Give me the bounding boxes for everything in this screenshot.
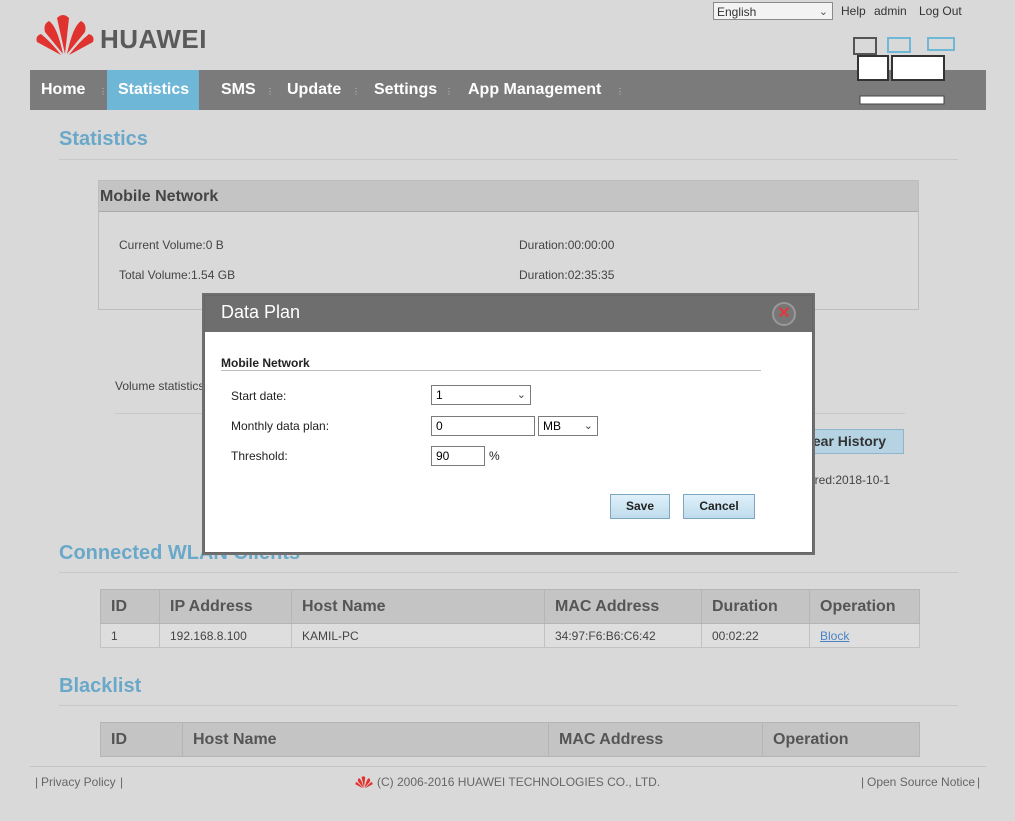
column-header-operation: Operation — [762, 722, 920, 757]
nav-settings[interactable]: Settings — [374, 70, 437, 110]
chevron-down-icon: ⌄ — [583, 420, 593, 432]
main-nav: Home ⋮ Statistics SMS ⋮ Update ⋮ Setting… — [30, 70, 986, 110]
blacklist-title: Blacklist — [59, 675, 142, 697]
wlan-clients-table: ID IP Address Host Name MAC Address Dura… — [100, 589, 920, 648]
huawei-logo-icon — [36, 15, 94, 55]
nav-separator: ⋮ — [352, 87, 360, 96]
data-unit-select[interactable]: MB ⌄ — [538, 416, 598, 436]
column-header-mac: MAC Address — [548, 722, 763, 757]
threshold-label: Threshold: — [231, 449, 288, 463]
purepc-watermark-icon — [853, 37, 955, 105]
nav-statistics[interactable]: Statistics — [107, 70, 199, 110]
mobile-network-title: Mobile Network — [100, 188, 219, 205]
column-header-host: Host Name — [291, 589, 545, 624]
open-source-notice-link[interactable]: Open Source Notice — [867, 775, 975, 789]
footer-separator: | — [861, 775, 865, 789]
volume-statistics-label: Volume statistics — [115, 379, 205, 393]
data-plan-dialog: Data Plan ✕ Mobile Network Start date: 1… — [204, 295, 813, 553]
nav-home[interactable]: Home — [41, 70, 85, 110]
copyright-text: (C) 2006-2016 HUAWEI TECHNOLOGIES CO., L… — [377, 775, 661, 789]
blacklist-table: ID Host Name MAC Address Operation — [100, 722, 920, 757]
nav-separator: ⋮ — [616, 87, 624, 96]
table-header-row: ID IP Address Host Name MAC Address Dura… — [100, 589, 920, 624]
nav-separator: ⋮ — [99, 87, 107, 96]
current-duration: Duration:00:00:00 — [519, 238, 615, 252]
divider — [59, 159, 958, 160]
divider — [221, 370, 761, 371]
block-link[interactable]: Block — [820, 629, 849, 643]
chevron-down-icon: ⌄ — [516, 389, 526, 401]
help-link[interactable]: Help — [841, 4, 866, 18]
footer-divider — [30, 766, 986, 767]
language-select[interactable]: English ⌄ — [713, 2, 833, 20]
chevron-down-icon: ⌄ — [818, 6, 828, 18]
statistics-title: Statistics — [59, 128, 148, 150]
divider — [59, 572, 958, 573]
column-header-mac: MAC Address — [544, 589, 702, 624]
huawei-logo-icon — [355, 776, 373, 789]
dialog-section-title: Mobile Network — [221, 356, 310, 370]
cleared-date: ared:2018-10-1 — [808, 473, 891, 487]
footer-separator: | — [35, 775, 39, 789]
threshold-input[interactable]: 90 — [431, 446, 485, 466]
divider — [59, 705, 958, 706]
monthly-data-plan-label: Monthly data plan: — [231, 419, 330, 433]
dialog-title: Data Plan — [221, 302, 301, 322]
column-header-host: Host Name — [182, 722, 549, 757]
threshold-unit: % — [489, 449, 500, 463]
column-header-id: ID — [100, 722, 183, 757]
brand-name: HUAWEI — [100, 24, 207, 54]
cancel-button[interactable]: Cancel — [683, 494, 755, 519]
nav-sms[interactable]: SMS — [221, 70, 256, 110]
total-duration: Duration:02:35:35 — [519, 268, 615, 282]
nav-app-management[interactable]: App Management — [468, 70, 601, 110]
current-volume: Current Volume:0 B — [119, 238, 224, 252]
column-header-duration: Duration — [701, 589, 810, 624]
column-header-id: ID — [100, 589, 160, 624]
start-date-select[interactable]: 1 ⌄ — [431, 385, 531, 405]
footer-separator: | — [977, 775, 981, 789]
cell-host: KAMIL-PC — [291, 623, 545, 648]
monthly-data-plan-input[interactable]: 0 — [431, 416, 535, 436]
cell-operation: Block — [809, 623, 920, 648]
nav-update[interactable]: Update — [287, 70, 341, 110]
language-value: English — [717, 5, 757, 19]
close-icon[interactable]: ✕ — [772, 302, 796, 326]
dialog-header: Data Plan ✕ — [205, 296, 812, 332]
column-header-operation: Operation — [809, 589, 920, 624]
total-volume: Total Volume:1.54 GB — [119, 268, 236, 282]
table-header-row: ID Host Name MAC Address Operation — [100, 722, 920, 757]
nav-separator: ⋮ — [445, 87, 453, 96]
logout-link[interactable]: Log Out — [919, 4, 962, 18]
privacy-policy-link[interactable]: Privacy Policy — [41, 775, 116, 789]
cell-mac: 34:97:F6:B6:C6:42 — [544, 623, 702, 648]
footer-separator: | — [120, 775, 124, 789]
nav-separator: ⋮ — [266, 87, 274, 96]
cell-id: 1 — [100, 623, 160, 648]
cell-duration: 00:02:22 — [701, 623, 810, 648]
start-date-label: Start date: — [231, 389, 287, 403]
mobile-network-header: Mobile Network — [99, 181, 918, 212]
user-name: admin — [874, 4, 907, 18]
table-row: 1 192.168.8.100 KAMIL-PC 34:97:F6:B6:C6:… — [100, 623, 920, 648]
clear-history-button[interactable]: lear History — [800, 429, 904, 454]
data-unit-value: MB — [543, 419, 561, 433]
cell-ip: 192.168.8.100 — [159, 623, 292, 648]
start-date-value: 1 — [436, 388, 443, 402]
column-header-ip: IP Address — [159, 589, 292, 624]
save-button[interactable]: Save — [610, 494, 670, 519]
